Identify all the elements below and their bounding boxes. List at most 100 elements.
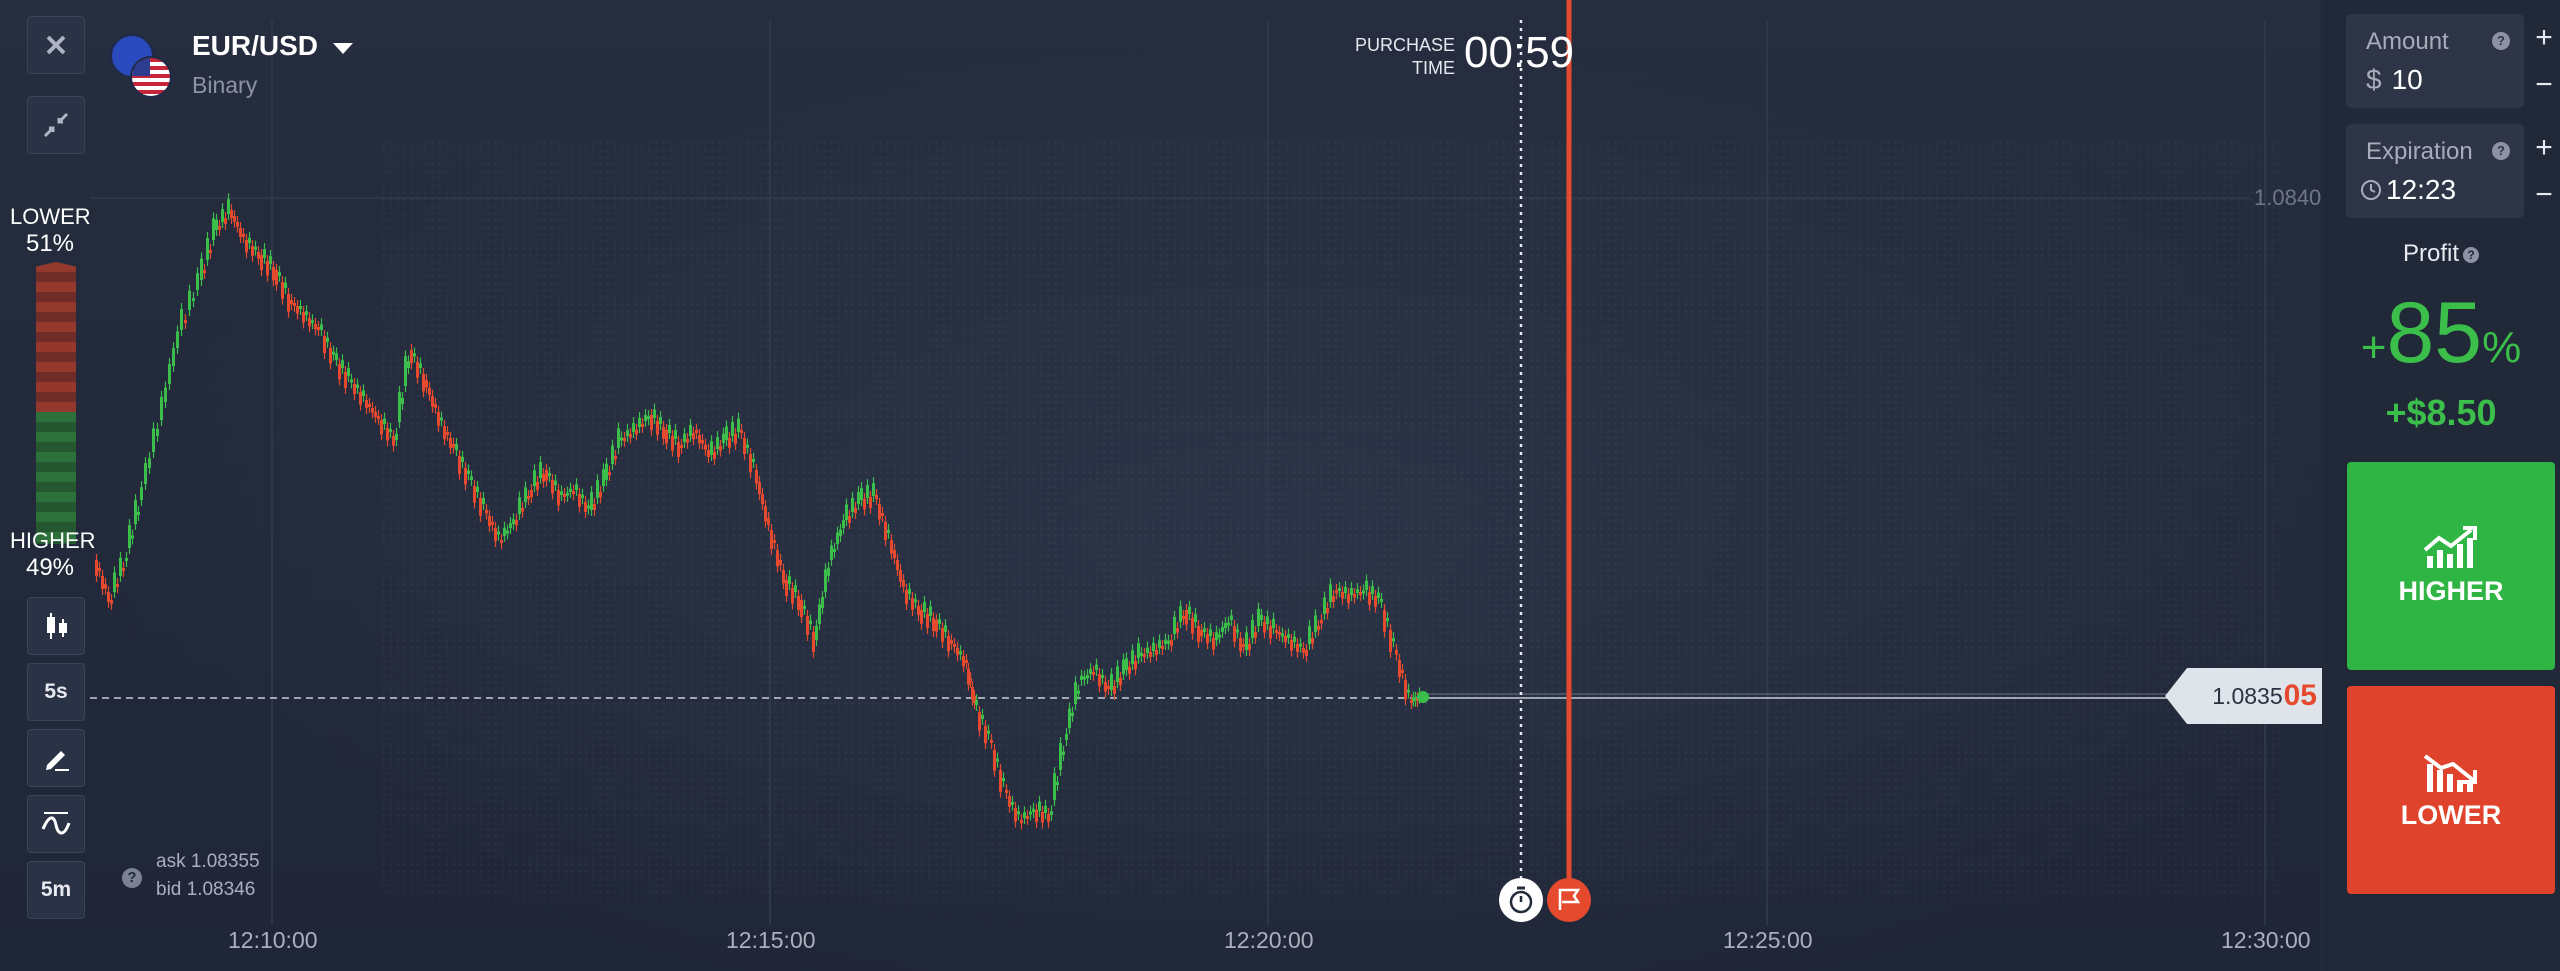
candle-body xyxy=(1086,675,1089,679)
candle-body xyxy=(302,312,305,323)
candle-body xyxy=(200,258,203,280)
candle-body xyxy=(1242,644,1245,647)
candle-body xyxy=(542,474,545,482)
candle-body xyxy=(713,452,716,459)
candle-body xyxy=(1203,628,1206,632)
higher-sentiment-label: HIGHER xyxy=(10,528,96,553)
amount-plus-button[interactable]: + xyxy=(2528,14,2560,61)
expiration-minus-button[interactable]: − xyxy=(2528,171,2560,218)
zoom-button[interactable]: 5m xyxy=(27,861,85,919)
candle-body xyxy=(107,592,110,602)
expiration-help-icon[interactable]: ? xyxy=(2492,142,2510,160)
candle-body xyxy=(1197,626,1200,642)
amount-input[interactable]: 10 xyxy=(2392,64,2423,95)
candle-body xyxy=(329,348,332,364)
higher-button[interactable]: HIGHER xyxy=(2347,462,2555,670)
candle-body xyxy=(116,584,119,587)
candle-body xyxy=(839,529,842,536)
candle-body xyxy=(785,580,788,596)
candle-body xyxy=(317,327,320,330)
candle-body xyxy=(1305,650,1308,656)
help-icon[interactable]: ? xyxy=(122,868,142,888)
candle-body xyxy=(590,492,593,510)
minimize-button[interactable] xyxy=(27,96,85,154)
chart-grid xyxy=(90,20,2266,925)
candle-body xyxy=(815,625,818,640)
candle-body xyxy=(779,560,782,566)
candle-body xyxy=(290,300,293,305)
candle-body xyxy=(1248,644,1251,650)
profit-percent: +85% xyxy=(2322,288,2560,393)
expiration-flag-marker[interactable] xyxy=(1547,878,1591,922)
candle-body xyxy=(1161,646,1164,649)
candle-body xyxy=(476,486,479,492)
time-axis-label: 12:30:00 xyxy=(2221,927,2311,953)
lower-button[interactable]: LOWER xyxy=(2347,686,2555,894)
candle-body xyxy=(851,497,854,512)
candle-body xyxy=(164,387,167,402)
candle-body xyxy=(929,606,932,616)
candle-body xyxy=(941,628,944,642)
candle-body xyxy=(245,240,248,253)
expiration-field[interactable]: Expiration ? 12:23 xyxy=(2346,124,2524,218)
candle-body xyxy=(890,540,893,554)
candle-body xyxy=(845,504,848,520)
candle-body xyxy=(455,444,458,450)
drawing-tools-button[interactable] xyxy=(27,729,85,787)
candle-body xyxy=(278,272,281,276)
candle-body xyxy=(215,219,218,230)
candle-body xyxy=(497,531,500,535)
amount-minus-button[interactable]: − xyxy=(2528,61,2560,108)
candle-body xyxy=(140,487,143,500)
candle-body xyxy=(581,494,584,498)
candle-body xyxy=(860,488,863,500)
expiration-value[interactable]: 12:23 xyxy=(2386,174,2456,205)
candle-body xyxy=(515,520,518,526)
candle-body xyxy=(920,610,923,624)
clock-icon xyxy=(2361,180,2381,200)
candle-body xyxy=(206,238,209,260)
candle-body xyxy=(1344,587,1347,593)
candle-body xyxy=(1401,670,1404,673)
candle-body xyxy=(1002,778,1005,782)
close-button[interactable] xyxy=(27,16,85,74)
chart-type-button[interactable] xyxy=(27,597,85,655)
candle-body xyxy=(180,309,183,330)
candle-body xyxy=(545,470,548,481)
amount-field[interactable]: Amount ? $10 xyxy=(2346,14,2524,108)
candle-body xyxy=(1179,606,1182,622)
live-price-dot xyxy=(1417,691,1429,703)
candle-body xyxy=(626,430,629,436)
interval-button[interactable]: 5s xyxy=(27,663,85,721)
expiration-plus-button[interactable]: + xyxy=(2528,124,2560,171)
candle-body xyxy=(152,428,155,452)
price-chart[interactable] xyxy=(0,0,2330,971)
candle-body xyxy=(254,246,257,250)
candle-body xyxy=(1218,634,1221,638)
candle-body xyxy=(104,584,107,589)
candle-body xyxy=(458,456,461,474)
candle-body xyxy=(1380,598,1383,602)
candle-body xyxy=(572,491,575,494)
profit-label: Profit xyxy=(2402,240,2459,267)
amount-value-row: $10 xyxy=(2366,64,2423,96)
purchase-timer-marker[interactable] xyxy=(1499,878,1543,922)
candle-body xyxy=(1272,618,1275,628)
candle-body xyxy=(797,596,800,611)
candle-body xyxy=(1230,615,1233,620)
amount-help-icon[interactable]: ? xyxy=(2492,32,2510,50)
candle-body xyxy=(284,282,287,288)
candle-body xyxy=(653,409,656,418)
profit-label-row: Profit? xyxy=(2322,240,2560,268)
candle-body xyxy=(1323,597,1326,614)
candle-body xyxy=(560,491,563,495)
candle-body xyxy=(731,422,734,436)
candle-body xyxy=(1383,610,1386,632)
profit-help-icon[interactable]: ? xyxy=(2463,246,2479,263)
indicators-button[interactable] xyxy=(27,795,85,853)
candle-body xyxy=(978,712,981,731)
profit-percent-value: 85 xyxy=(2386,285,2483,381)
candle-body xyxy=(272,267,275,281)
candle-body xyxy=(1005,790,1008,793)
candle-body xyxy=(734,434,737,444)
